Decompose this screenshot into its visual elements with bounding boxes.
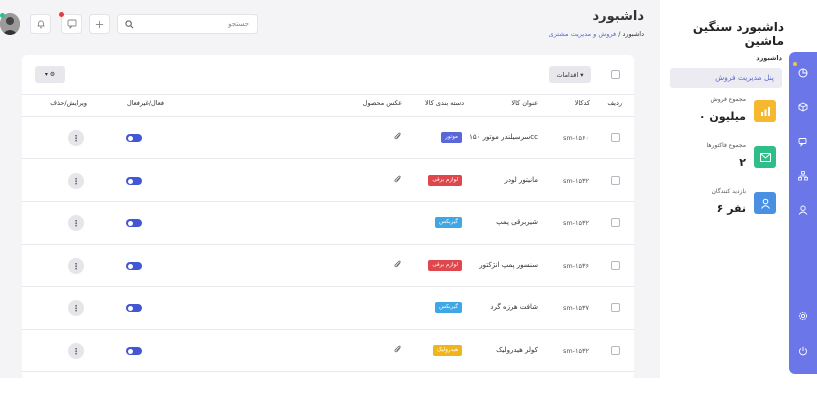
row-title[interactable]: کولر هیدرولیک: [496, 346, 538, 354]
icon-rail: [789, 52, 817, 374]
row-checkbox[interactable]: [611, 261, 620, 270]
box-icon[interactable]: [789, 97, 817, 117]
col-header-title: عنوان کالا: [511, 99, 538, 107]
attachment-icon[interactable]: [394, 345, 402, 354]
attachment-icon[interactable]: [394, 132, 402, 141]
col-header-image: عکس محصول: [362, 99, 402, 107]
col-header-status: فعال/غیرفعال: [126, 99, 164, 107]
bulk-actions-dropdown[interactable]: اقدامات ▾: [549, 66, 591, 83]
row-code: sm-۱۵۶۰: [562, 134, 589, 142]
mail-icon: [754, 146, 776, 168]
chart-icon: [754, 100, 776, 122]
chat-icon[interactable]: [789, 132, 817, 152]
row-title[interactable]: شیربرقی پمپ: [496, 218, 538, 226]
user-icon[interactable]: [789, 200, 817, 220]
row-divider: [22, 158, 634, 159]
sidebar-section-title: داشبورد: [756, 54, 782, 62]
row-title[interactable]: مانیتور لودر: [504, 176, 538, 184]
row-actions-button[interactable]: ⋮: [68, 258, 84, 274]
row-actions-button[interactable]: ⋮: [68, 300, 84, 316]
search-placeholder: جستجو: [228, 20, 249, 28]
breadcrumb-current[interactable]: فروش و مدیریت مشتری: [549, 30, 617, 38]
row-checkbox[interactable]: [611, 218, 620, 227]
stat-value: ۶ نفر: [716, 202, 746, 215]
notifications-button[interactable]: [30, 14, 51, 34]
search-icon: [125, 20, 134, 29]
row-actions-button[interactable]: ⋮: [68, 173, 84, 189]
attachment-icon[interactable]: [394, 175, 402, 184]
stat-value: ۰ میلیون: [698, 110, 746, 123]
dashboard-icon[interactable]: [789, 63, 817, 83]
row-divider: [22, 371, 634, 372]
row-code: sm-۱۵۳۲: [562, 347, 589, 355]
category-tag: موتور: [441, 132, 462, 143]
plus-icon: [95, 20, 104, 29]
messages-button[interactable]: [59, 12, 82, 34]
row-title[interactable]: سنسور پمپ انژکتور: [479, 261, 538, 269]
row-title[interactable]: شافت هرزه گرد: [490, 303, 538, 311]
stat-total-invoices: مجموع فاکتورها ۲: [672, 142, 776, 176]
stat-value: ۲: [739, 156, 746, 169]
row-title[interactable]: سرسیلندر موتور ۱۵۰cc: [469, 133, 538, 141]
col-header-actions: ویرایش/حذف: [50, 99, 87, 107]
sidebar-item-sales-panel[interactable]: پنل مدیریت فروش: [670, 68, 782, 88]
user-icon: [754, 192, 776, 214]
stat-label: مجموع فاکتورها: [706, 142, 747, 149]
row-checkbox[interactable]: [611, 133, 620, 142]
active-toggle[interactable]: [126, 347, 142, 355]
row-actions-button[interactable]: ⋮: [68, 343, 84, 359]
row-code: sm-۱۵۳۲: [562, 219, 589, 227]
select-all-checkbox[interactable]: [611, 70, 620, 79]
header-divider: [22, 116, 634, 117]
active-toggle[interactable]: [126, 134, 142, 142]
breadcrumb: داشبورد / فروش و مدیریت مشتری: [549, 30, 644, 38]
active-toggle[interactable]: [126, 304, 142, 312]
products-card: اقدامات ▾ ▾ ⚙ ردیف کدکالا عنوان کالا دست…: [22, 55, 634, 380]
header-divider-top: [22, 94, 634, 95]
row-actions-button[interactable]: ⋮: [68, 130, 84, 146]
messages-badge: [59, 12, 64, 17]
stat-total-sales: مجموع فروش ۰ میلیون: [672, 96, 776, 130]
row-divider: [22, 286, 634, 287]
online-status-dot: [0, 13, 5, 18]
active-toggle[interactable]: [126, 219, 142, 227]
category-tag: گیربکس: [435, 302, 462, 313]
row-checkbox[interactable]: [611, 346, 620, 355]
category-tag: گیربکس: [435, 217, 462, 228]
row-code: sm-۱۵۳۲: [562, 177, 589, 185]
row-divider: [22, 201, 634, 202]
brand-title: داشبورد سنگین ماشین: [692, 20, 784, 48]
col-header-category: دسته بندی کالا: [425, 99, 464, 107]
settings-icon[interactable]: [789, 306, 817, 326]
active-toggle[interactable]: [126, 177, 142, 185]
sitemap-icon[interactable]: [789, 166, 817, 186]
row-code: sm-۱۵۳۶: [562, 262, 589, 270]
col-header-row: ردیف: [607, 99, 622, 107]
category-tag: هیدرولیک: [432, 345, 462, 356]
table-settings-button[interactable]: ▾ ⚙: [35, 66, 65, 83]
add-button[interactable]: [89, 14, 110, 34]
stat-label: مجموع فروش: [710, 96, 746, 103]
stat-label: بازدید کنندگان: [711, 188, 746, 195]
row-actions-button[interactable]: ⋮: [68, 215, 84, 231]
category-tag: لوازم برقی: [428, 260, 462, 271]
row-code: sm-۱۵۳۷: [562, 304, 589, 312]
stat-visitors: بازدید کنندگان ۶ نفر: [672, 188, 776, 222]
active-toggle[interactable]: [126, 262, 142, 270]
page-title: داشبورد: [592, 9, 644, 24]
attachment-icon[interactable]: [394, 260, 402, 269]
breadcrumb-home[interactable]: داشبورد: [623, 30, 645, 38]
row-divider: [22, 329, 634, 330]
bell-icon: [36, 19, 46, 29]
search-input[interactable]: جستجو: [117, 14, 258, 34]
category-tag: لوازم برقی: [428, 175, 462, 186]
row-checkbox[interactable]: [611, 176, 620, 185]
power-icon[interactable]: [789, 341, 817, 361]
col-header-code: کدکالا: [574, 99, 590, 107]
row-divider: [22, 244, 634, 245]
row-checkbox[interactable]: [611, 303, 620, 312]
breadcrumb-separator: /: [618, 30, 621, 38]
chat-icon: [67, 19, 77, 29]
